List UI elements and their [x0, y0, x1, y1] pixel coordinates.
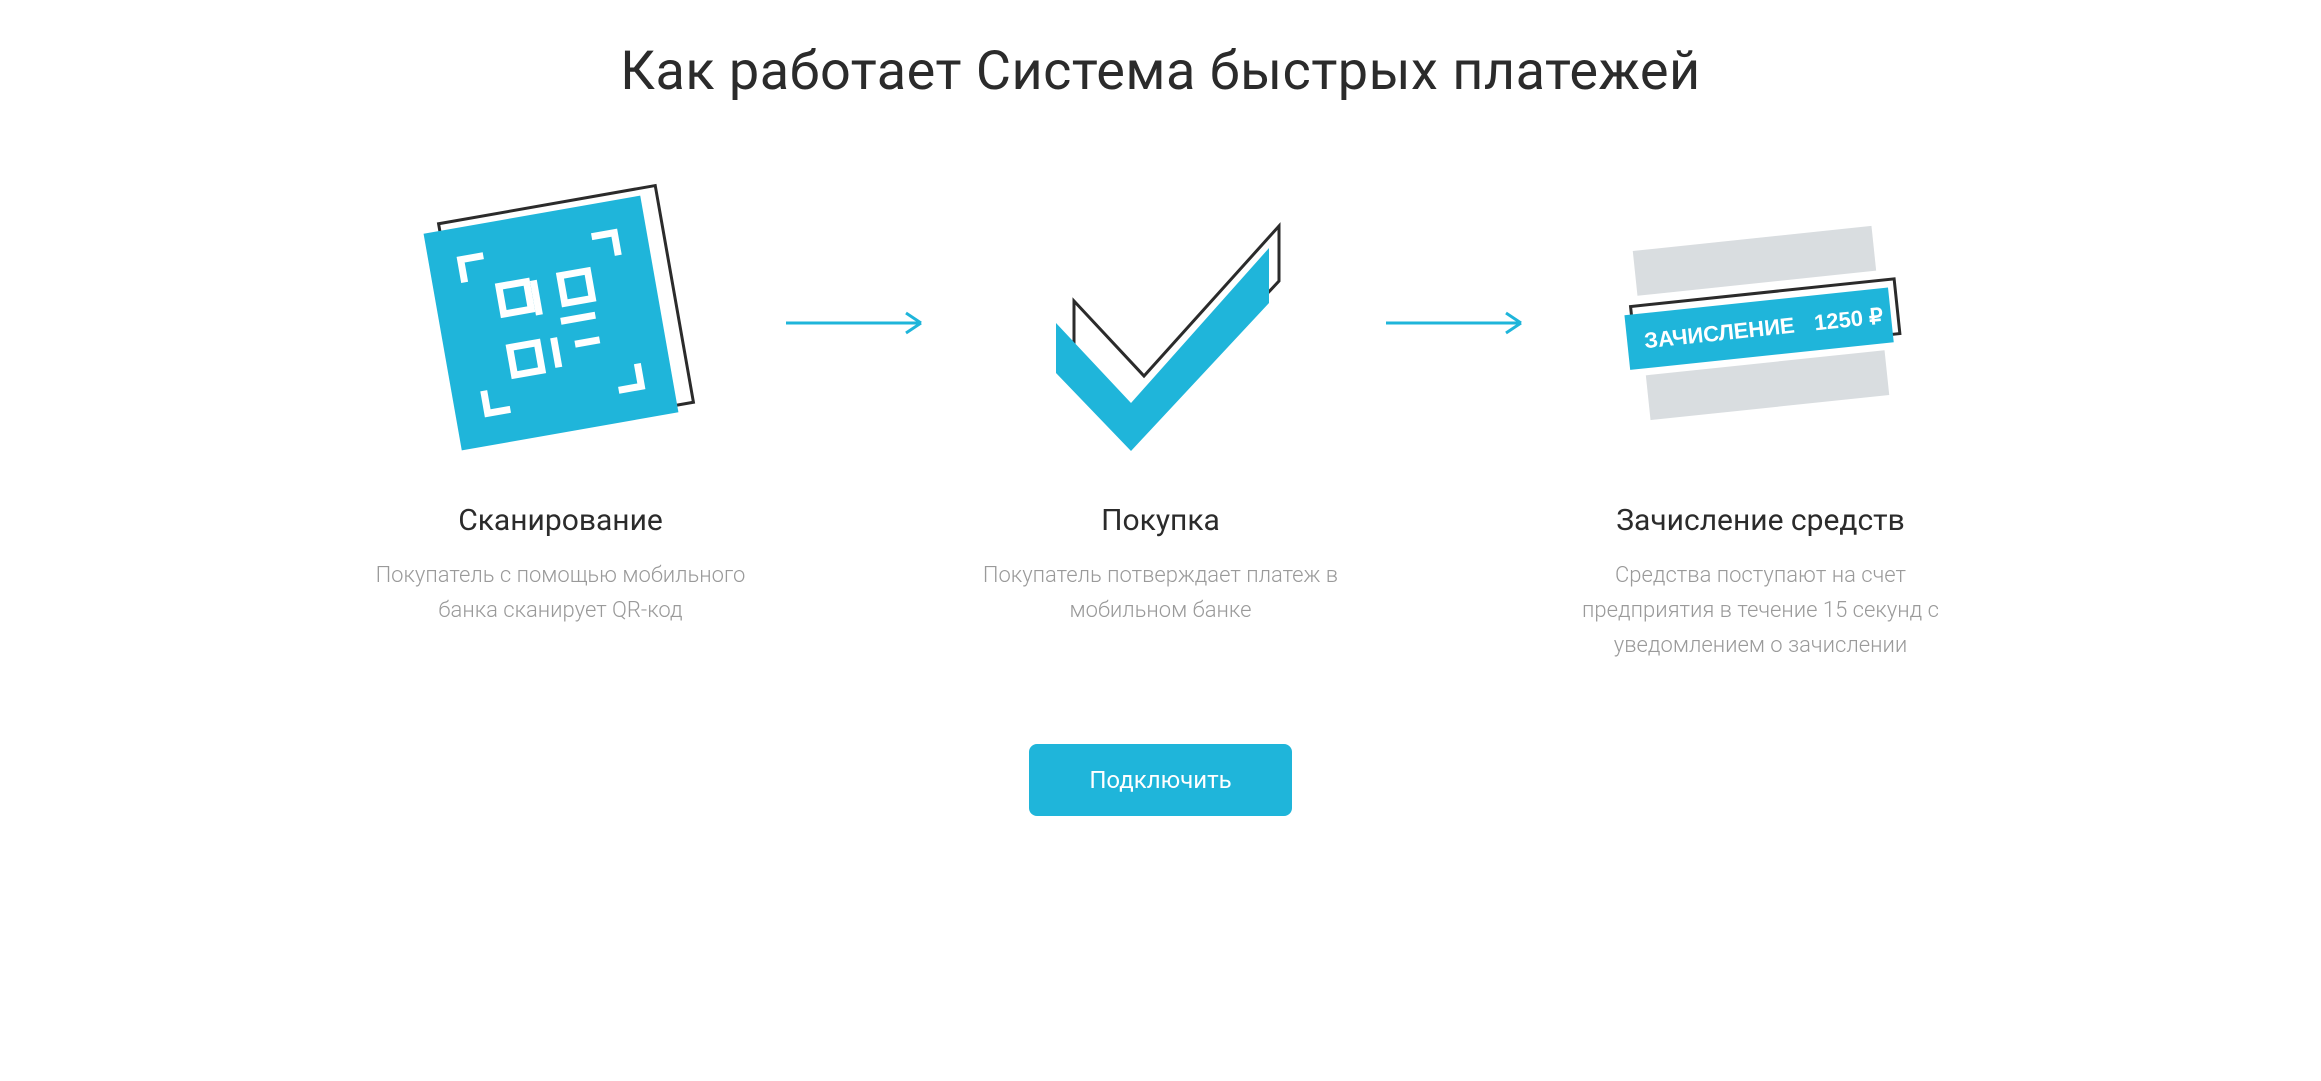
step-title: Сканирование — [458, 503, 663, 538]
arrow-right-icon — [1381, 183, 1541, 463]
connect-button[interactable]: Подключить — [1029, 744, 1291, 816]
receipt-icon: ЗАЧИСЛЕНИЕ 1250 ₽ — [1611, 183, 1911, 463]
step-purchase: Покупка Покупатель потверждает платеж в … — [971, 183, 1351, 628]
checkmark-icon — [1021, 183, 1301, 463]
step-desc: Средства поступают на счет предприятия в… — [1571, 558, 1951, 664]
step-title: Покупка — [1101, 503, 1220, 538]
steps-row: Сканирование Покупатель с помощью мобиль… — [411, 183, 1911, 664]
step-title: Зачисление средств — [1616, 503, 1905, 538]
page-title: Как работает Система быстрых платежей — [411, 40, 1911, 103]
step-desc: Покупатель с помощью мобильного банка ск… — [371, 558, 751, 628]
step-credit: ЗАЧИСЛЕНИЕ 1250 ₽ Зачисление средств Сре… — [1571, 183, 1951, 664]
arrow-right-icon — [781, 183, 941, 463]
step-desc: Покупатель потверждает платеж в мобильно… — [971, 558, 1351, 628]
step-scan: Сканирование Покупатель с помощью мобиль… — [371, 183, 751, 628]
qr-scan-icon — [421, 183, 701, 463]
